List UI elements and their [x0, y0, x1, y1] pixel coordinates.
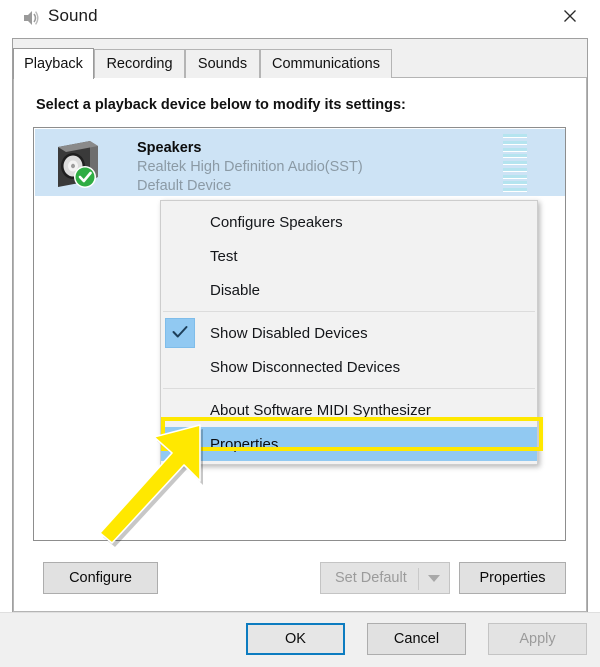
configure-button[interactable]: Configure [43, 562, 158, 594]
split-button-divider [418, 568, 419, 590]
properties-button[interactable]: Properties [459, 562, 566, 594]
tab-sounds-label: Sounds [197, 56, 248, 72]
checkmark-icon [165, 318, 195, 348]
speaker-icon [20, 8, 40, 28]
menu-item-label: Disable [210, 281, 261, 299]
tab-playback[interactable]: Playback [13, 48, 94, 79]
tab-recording-label: Recording [106, 56, 173, 72]
meter-segment [503, 154, 527, 159]
close-button[interactable] [546, 0, 594, 32]
set-default-button[interactable]: Set Default [320, 562, 450, 594]
window-title: Sound [48, 6, 98, 25]
apply-button[interactable]: Apply [488, 623, 587, 655]
menu-item-label: About Software MIDI Synthesizer [210, 401, 431, 419]
menu-item-about-software-midi-synthesizer[interactable]: About Software MIDI Synthesizer [161, 393, 537, 427]
meter-segment [503, 140, 527, 145]
tab-sounds[interactable]: Sounds [185, 49, 260, 78]
device-status: Default Device [137, 178, 232, 194]
meter-segment [503, 167, 527, 172]
menu-item-label: Test [210, 247, 238, 265]
meter-segment [503, 188, 527, 192]
menu-item-show-disconnected-devices[interactable]: Show Disconnected Devices [161, 350, 537, 384]
device-list-item-speakers[interactable]: Speakers Realtek High Definition Audio(S… [35, 129, 565, 196]
menu-item-label: Show Disconnected Devices [210, 358, 401, 376]
meter-segment [503, 147, 527, 152]
title-bar: Sound [0, 0, 600, 38]
menu-item-label: Properties [210, 435, 279, 453]
cancel-button-label: Cancel [393, 631, 440, 647]
ok-button-label: OK [285, 631, 306, 647]
tab-communications-label: Communications [272, 56, 380, 72]
device-name: Speakers [137, 140, 202, 156]
ok-button[interactable]: OK [246, 623, 345, 655]
volume-level-meter [503, 134, 527, 192]
menu-separator [163, 311, 535, 312]
device-driver: Realtek High Definition Audio(SST) [137, 159, 363, 175]
tab-recording[interactable]: Recording [94, 49, 185, 78]
configure-button-label: Configure [69, 570, 132, 586]
menu-item-disable[interactable]: Disable [161, 273, 537, 307]
meter-segment [503, 181, 527, 186]
speaker-device-icon [52, 137, 104, 189]
device-text-block: Speakers Realtek High Definition Audio(S… [137, 139, 363, 196]
menu-item-label: Show Disabled Devices [210, 324, 368, 342]
tab-communications[interactable]: Communications [260, 49, 392, 78]
set-default-button-label: Set Default [335, 570, 407, 586]
menu-item-test[interactable]: Test [161, 239, 537, 273]
playback-instruction-label: Select a playback device below to modify… [36, 97, 406, 113]
tab-strip: Playback Recording Sounds Communications [13, 48, 587, 79]
sound-dialog-window: Sound Playback Recording Sounds Communic… [0, 0, 600, 667]
properties-button-label: Properties [479, 570, 546, 586]
menu-item-properties[interactable]: Properties [161, 427, 537, 461]
meter-segment [503, 134, 527, 138]
meter-segment [503, 161, 527, 165]
menu-item-label: Configure Speakers [210, 213, 343, 231]
menu-item-configure-speakers[interactable]: Configure Speakers [161, 205, 537, 239]
menu-item-show-disabled-devices[interactable]: Show Disabled Devices [161, 316, 537, 350]
tab-playback-label: Playback [24, 56, 83, 72]
apply-button-label: Apply [519, 631, 556, 647]
meter-segment [503, 174, 527, 179]
chevron-down-icon[interactable] [428, 575, 440, 582]
device-context-menu[interactable]: Configure Speakers Test Disable Show Dis… [160, 200, 538, 465]
menu-separator [163, 388, 535, 389]
cancel-button[interactable]: Cancel [367, 623, 466, 655]
